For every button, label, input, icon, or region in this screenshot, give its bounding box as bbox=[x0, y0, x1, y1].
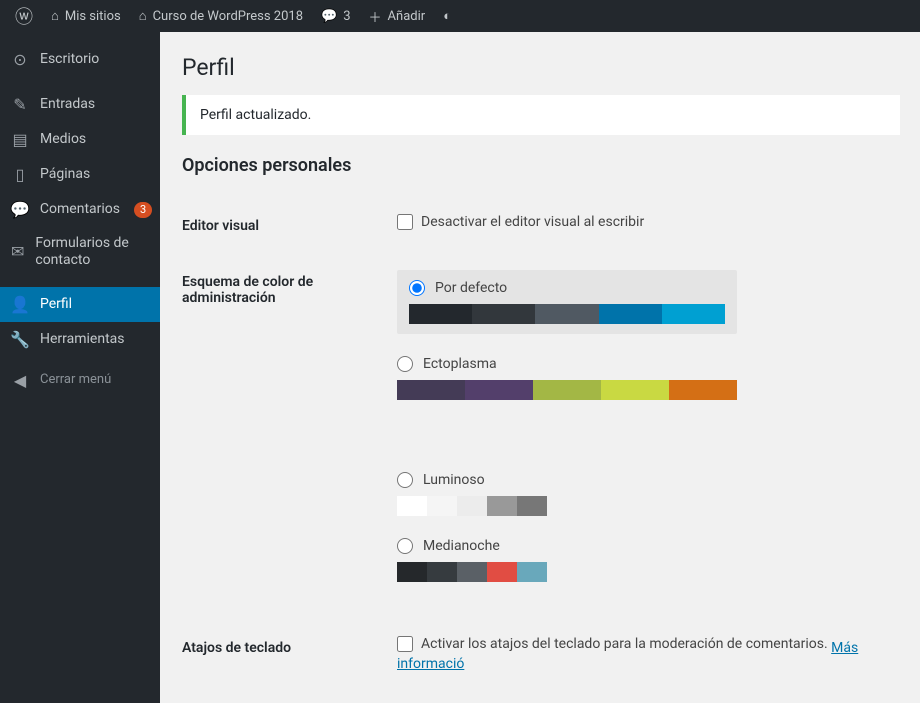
separator bbox=[0, 277, 160, 287]
comment-icon: 💬 bbox=[10, 200, 30, 219]
sidebar-item-label: Entradas bbox=[40, 96, 95, 113]
page-title: Perfil bbox=[182, 54, 900, 81]
swatches-midnight bbox=[397, 562, 547, 582]
row-label-toolbar: Barra de herramientas bbox=[182, 688, 397, 703]
swatches-ectoplasm bbox=[397, 380, 737, 400]
sidebar-item-profile[interactable]: 👤 Perfil bbox=[0, 287, 160, 322]
color-scheme-radio-ectoplasm[interactable] bbox=[397, 356, 413, 372]
wrench-icon: 🔧 bbox=[10, 330, 30, 349]
personal-options-table: Editor visual Desactivar el editor visua… bbox=[182, 198, 900, 703]
shortcuts-checkbox[interactable] bbox=[397, 636, 413, 652]
swatches-light bbox=[397, 496, 547, 516]
site-name[interactable]: ⌂ Curso de WordPress 2018 bbox=[130, 0, 312, 32]
color-scheme-ectoplasm[interactable]: Ectoplasma bbox=[397, 356, 737, 400]
color-scheme-radio-midnight[interactable] bbox=[397, 538, 413, 554]
sidebar-item-label: Formularios de contacto bbox=[35, 235, 152, 269]
sidebar-item-dashboard[interactable]: ⊙ Escritorio bbox=[0, 42, 160, 77]
color-scheme-name: Ectoplasma bbox=[423, 356, 497, 372]
color-scheme-name: Luminoso bbox=[423, 472, 485, 488]
sidebar-collapse[interactable]: ◀ Cerrar menú bbox=[0, 357, 160, 398]
shortcuts-checkbox-label[interactable]: Activar los atajos del teclado para la m… bbox=[397, 636, 828, 652]
media-icon: ▤ bbox=[10, 130, 30, 149]
home-icon: ⌂ bbox=[51, 8, 59, 24]
user-icon: 👤 bbox=[10, 295, 30, 314]
admin-bar: ⓦ ⌂ Mis sitios ⌂ Curso de WordPress 2018… bbox=[0, 0, 920, 32]
color-scheme-name: Medianoche bbox=[423, 538, 500, 554]
sidebar-item-label: Escritorio bbox=[40, 51, 99, 68]
visual-editor-checkbox-label[interactable]: Desactivar el editor visual al escribir bbox=[397, 214, 644, 230]
comment-icon: 💬 bbox=[321, 9, 337, 24]
notice-text: Perfil actualizado. bbox=[200, 107, 311, 123]
sidebar-item-posts[interactable]: ✎ Entradas bbox=[0, 87, 160, 122]
sidebar-item-media[interactable]: ▤ Medios bbox=[0, 122, 160, 157]
content-area: Perfil Perfil actualizado. Opciones pers… bbox=[160, 32, 920, 703]
comments-bubble[interactable]: 💬 3 bbox=[312, 0, 360, 32]
comments-count: 3 bbox=[343, 9, 350, 24]
sidebar-item-label: Perfil bbox=[40, 296, 72, 313]
comments-badge: 3 bbox=[134, 202, 152, 218]
section-personal-options: Opciones personales bbox=[182, 155, 900, 176]
sidebar-item-label: Páginas bbox=[40, 166, 90, 183]
color-scheme-radio-light[interactable] bbox=[397, 472, 413, 488]
sidebar-item-comments[interactable]: 💬 Comentarios 3 bbox=[0, 192, 160, 227]
pin-icon: ✎ bbox=[10, 95, 30, 114]
admin-sidebar: ⊙ Escritorio ✎ Entradas ▤ Medios ▯ Páginas 💬… bbox=[0, 32, 160, 703]
row-label-color-scheme: Esquema de color de administración bbox=[182, 254, 397, 620]
sidebar-item-label: Medios bbox=[40, 131, 86, 148]
sidebar-item-forms[interactable]: ✉ Formularios de contacto bbox=[0, 227, 160, 277]
plus-icon: ＋ bbox=[369, 7, 382, 26]
page-icon: ▯ bbox=[10, 165, 30, 184]
add-new-label: Añadir bbox=[388, 9, 426, 24]
swatches-default bbox=[409, 304, 725, 324]
sidebar-item-label: Comentarios bbox=[40, 201, 120, 218]
sidebar-item-tools[interactable]: 🔧 Herramientas bbox=[0, 322, 160, 357]
site-name-label: Curso de WordPress 2018 bbox=[153, 9, 303, 24]
color-scheme-light[interactable]: Luminoso bbox=[397, 462, 547, 516]
visual-editor-checkbox[interactable] bbox=[397, 214, 413, 230]
sidebar-item-pages[interactable]: ▯ Páginas bbox=[0, 157, 160, 192]
color-scheme-default[interactable]: Por defecto bbox=[397, 270, 737, 334]
yoast-icon[interactable]: ◐ bbox=[434, 0, 460, 32]
visual-editor-text: Desactivar el editor visual al escribir bbox=[421, 214, 644, 230]
sidebar-item-label: Herramientas bbox=[40, 331, 125, 348]
add-new[interactable]: ＋ Añadir bbox=[360, 0, 435, 32]
update-notice: Perfil actualizado. bbox=[182, 95, 900, 135]
mail-icon: ✉ bbox=[10, 242, 25, 261]
row-label-visual-editor: Editor visual bbox=[182, 198, 397, 254]
my-sites-label: Mis sitios bbox=[65, 9, 121, 24]
separator bbox=[0, 77, 160, 87]
row-label-shortcuts: Atajos de teclado bbox=[182, 620, 397, 688]
seo-icon: ◐ bbox=[443, 8, 451, 24]
sidebar-item-label: Cerrar menú bbox=[40, 372, 111, 388]
color-scheme-midnight[interactable]: Medianoche bbox=[397, 538, 547, 582]
wp-logo[interactable]: ⓦ bbox=[6, 0, 42, 32]
dashboard-icon: ⊙ bbox=[10, 50, 30, 69]
my-sites[interactable]: ⌂ Mis sitios bbox=[42, 0, 130, 32]
color-scheme-name: Por defecto bbox=[435, 280, 507, 296]
chevron-left-icon: ◀ bbox=[10, 371, 30, 390]
shortcuts-text: Activar los atajos del teclado para la m… bbox=[421, 636, 828, 652]
color-scheme-radio-default[interactable] bbox=[409, 280, 425, 296]
home-icon: ⌂ bbox=[139, 8, 147, 24]
